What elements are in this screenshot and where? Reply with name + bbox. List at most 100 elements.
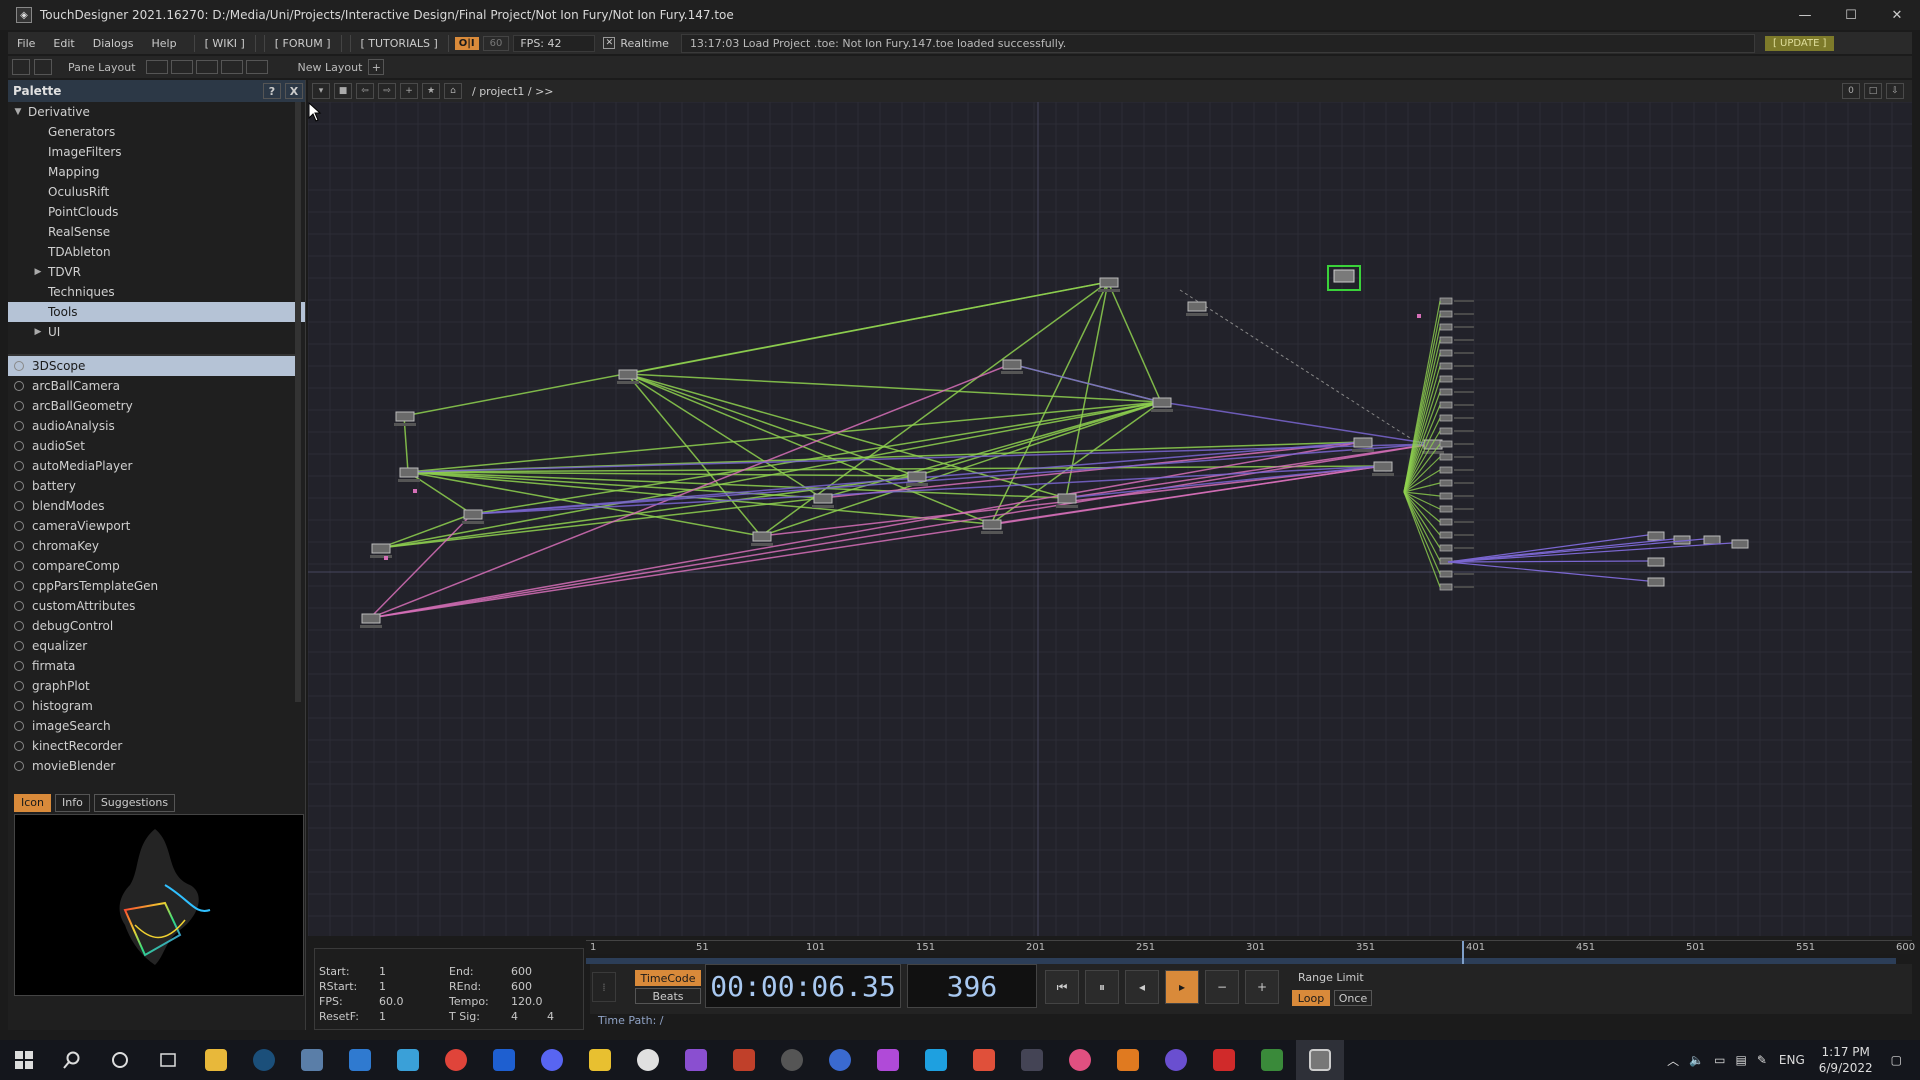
timecode-button[interactable]: TimeCode xyxy=(635,970,701,986)
component-list-item[interactable]: imageSearch xyxy=(8,716,298,736)
node-wire[interactable] xyxy=(1065,465,1383,499)
operator-node-label[interactable] xyxy=(1001,371,1023,374)
operator-node[interactable] xyxy=(1099,277,1119,288)
davinci-icon[interactable] xyxy=(1008,1040,1056,1080)
operator-node-label[interactable] xyxy=(398,479,420,482)
operator-node[interactable] xyxy=(1439,557,1453,565)
volume-icon[interactable]: 🔈 xyxy=(1689,1053,1704,1067)
component-list-item[interactable]: battery xyxy=(8,476,298,496)
add-icon[interactable]: + xyxy=(400,83,418,99)
operator-node-label[interactable] xyxy=(1454,469,1474,471)
play-icon[interactable]: ▸ xyxy=(1165,970,1199,1004)
oi-toggle[interactable]: O|I xyxy=(454,36,479,50)
component-list-item[interactable]: graphPlot xyxy=(8,676,298,696)
tab-icon[interactable]: Icon xyxy=(14,794,51,812)
visual-studio-icon[interactable] xyxy=(672,1040,720,1080)
operator-node[interactable] xyxy=(1002,359,1022,370)
palette-tree-item[interactable]: Mapping xyxy=(8,162,305,182)
menu-help[interactable]: Help xyxy=(143,37,186,50)
operator-node[interactable] xyxy=(1439,583,1453,591)
operator-node-label[interactable] xyxy=(1454,300,1474,302)
skip-to-start-icon[interactable]: ⏮ xyxy=(1045,970,1079,1004)
start-value[interactable]: 1 xyxy=(379,965,386,978)
operator-node-label[interactable] xyxy=(1098,289,1120,292)
operator-node-label[interactable] xyxy=(1454,534,1474,536)
node-wire[interactable] xyxy=(626,281,1109,375)
expand-arrow-icon[interactable]: ▼ xyxy=(12,107,24,117)
expand-arrow-icon[interactable]: ▶ xyxy=(32,327,44,337)
operator-node[interactable] xyxy=(1439,518,1453,526)
operator-node[interactable] xyxy=(1439,453,1453,461)
operator-node[interactable] xyxy=(395,411,415,422)
operator-node-label[interactable] xyxy=(1454,365,1474,367)
affinity-designer-icon[interactable] xyxy=(912,1040,960,1080)
tab-info[interactable]: Info xyxy=(55,794,90,812)
component-list-item[interactable]: arcBallCamera xyxy=(8,376,298,396)
close-window-button[interactable]: ✕ xyxy=(1874,0,1920,30)
speed-up-icon[interactable]: + xyxy=(1245,970,1279,1004)
palette-tree-item[interactable]: ▶ UI xyxy=(8,322,305,342)
palette-tree-item[interactable]: OculusRift xyxy=(8,182,305,202)
clock[interactable]: 1:17 PM 6/9/2022 xyxy=(1819,1044,1873,1076)
operator-node-label[interactable] xyxy=(617,381,639,384)
component-list-item[interactable]: arcBallGeometry xyxy=(8,396,298,416)
operator-node[interactable] xyxy=(1439,479,1453,487)
component-list-item[interactable]: equalizer xyxy=(8,636,298,656)
slack-icon[interactable] xyxy=(624,1040,672,1080)
tsig-numerator[interactable]: 4 xyxy=(511,1010,518,1023)
operator-node[interactable] xyxy=(1703,535,1721,545)
pin-icon[interactable]: ⇩ xyxy=(1886,83,1904,99)
operator-node[interactable] xyxy=(1439,401,1453,409)
store-icon[interactable] xyxy=(336,1040,384,1080)
operator-node[interactable] xyxy=(1439,336,1453,344)
notifications-icon[interactable]: ▢ xyxy=(1891,1053,1902,1067)
palette-tree-item[interactable]: TDAbleton xyxy=(8,242,305,262)
palette-tree-item[interactable]: RealSense xyxy=(8,222,305,242)
layout-quad-button[interactable] xyxy=(220,60,243,74)
node-flag[interactable] xyxy=(1417,314,1421,318)
palette-tree-item[interactable]: ▼ Derivative xyxy=(8,102,305,122)
operator-node[interactable] xyxy=(1439,297,1453,305)
realtime-checkbox[interactable]: ✕ xyxy=(603,37,616,49)
operator-node-label[interactable] xyxy=(1454,495,1474,497)
operator-node-label[interactable] xyxy=(360,625,382,628)
once-button[interactable]: Once xyxy=(1334,990,1372,1006)
update-button[interactable]: [ UPDATE ] xyxy=(1764,35,1835,51)
network-icon[interactable]: ▤ xyxy=(1735,1053,1746,1067)
palette-tree-item[interactable]: Tools xyxy=(8,302,305,322)
realtime-toggle[interactable]: ✕ Realtime xyxy=(603,37,669,50)
vivaldi-icon[interactable] xyxy=(432,1040,480,1080)
start-icon[interactable] xyxy=(0,1040,48,1080)
operator-node-label[interactable] xyxy=(1454,482,1474,484)
component-list-item[interactable]: chromaKey xyxy=(8,536,298,556)
operator-node[interactable] xyxy=(1731,539,1749,549)
node-wire[interactable] xyxy=(1447,560,1649,563)
back-icon[interactable]: ⇦ xyxy=(356,83,374,99)
operator-node[interactable] xyxy=(1439,466,1453,474)
home-icon[interactable]: ⌂ xyxy=(444,83,462,99)
operator-node-label[interactable] xyxy=(906,483,928,486)
operator-node[interactable] xyxy=(1057,493,1077,504)
operator-node[interactable] xyxy=(618,369,638,380)
palette-tree-item[interactable]: Techniques xyxy=(8,282,305,302)
component-list-item[interactable]: firmata xyxy=(8,656,298,676)
component-list-item[interactable]: histogram xyxy=(8,696,298,716)
layout-single-button[interactable] xyxy=(145,60,168,74)
component-list-item[interactable]: cppParsTemplateGen xyxy=(8,576,298,596)
tsig-denominator[interactable]: 4 xyxy=(547,1010,554,1023)
task-view-icon[interactable] xyxy=(144,1040,192,1080)
forum-link[interactable]: [ FORUM ] xyxy=(263,34,342,52)
palette-tree-item[interactable]: Generators xyxy=(8,122,305,142)
operator-node-label[interactable] xyxy=(1186,313,1208,316)
operator-node[interactable] xyxy=(1439,505,1453,513)
tray-chevron-icon[interactable]: ︿ xyxy=(1667,1052,1679,1069)
component-list-item[interactable]: audioSet xyxy=(8,436,298,456)
node-wire[interactable] xyxy=(1447,542,1733,563)
network-editor[interactable] xyxy=(308,102,1912,936)
operator-node-label[interactable] xyxy=(1056,505,1078,508)
tab-suggestions[interactable]: Suggestions xyxy=(93,794,176,812)
node-flag[interactable] xyxy=(413,489,417,493)
palette-close-button[interactable]: X xyxy=(285,83,303,99)
operator-node[interactable] xyxy=(1439,544,1453,552)
operator-node-label[interactable] xyxy=(1454,339,1474,341)
